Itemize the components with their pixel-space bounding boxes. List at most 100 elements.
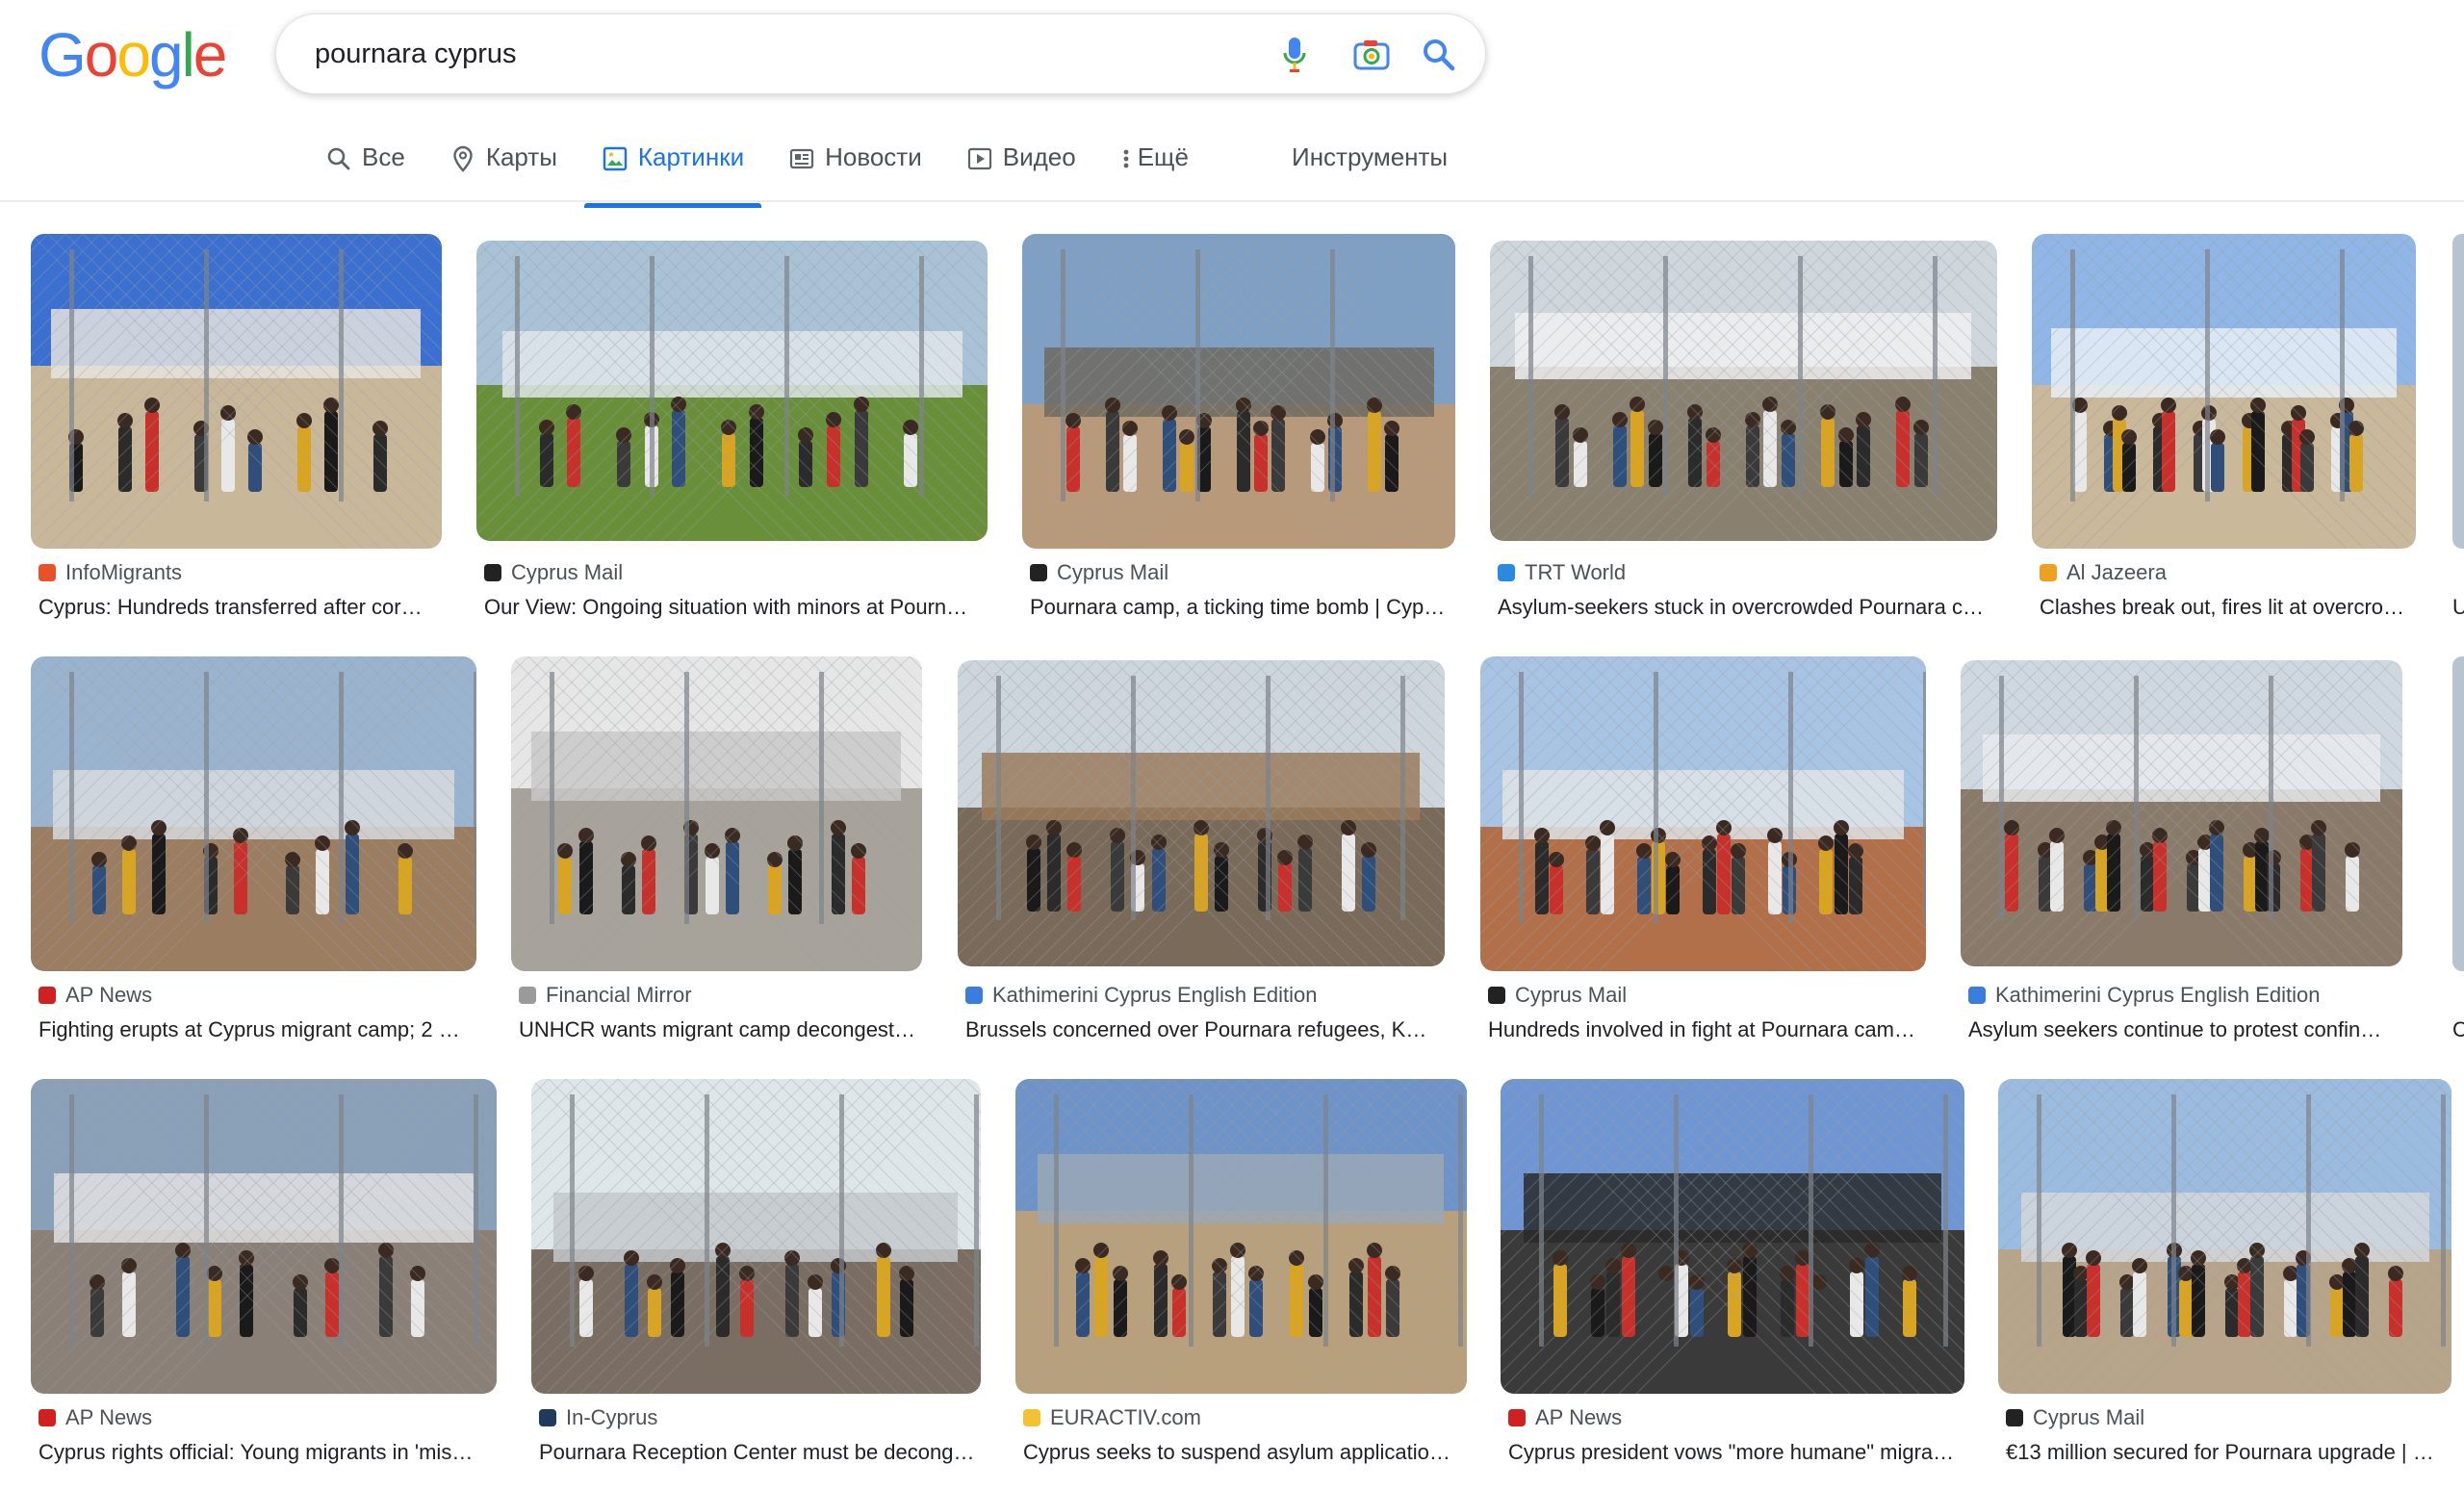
image-result-card[interactable]: AP News Cyprus president vows "more human… xyxy=(1501,1079,1964,1490)
result-thumbnail[interactable] xyxy=(1015,1079,1467,1394)
tab-3[interactable]: Картинки xyxy=(583,135,762,208)
result-source[interactable]: AP News xyxy=(38,1405,152,1430)
video-icon xyxy=(966,145,993,172)
search-icon xyxy=(325,145,352,172)
result-thumbnail[interactable] xyxy=(531,1079,981,1394)
partial-result-thumbnail[interactable] xyxy=(2452,234,2464,549)
tab-6[interactable]: Ещё xyxy=(1103,135,1206,208)
result-thumbnail[interactable] xyxy=(2032,234,2416,549)
result-source[interactable]: In-Cyprus xyxy=(539,1405,657,1430)
result-source[interactable]: AP News xyxy=(38,983,152,1008)
source-favicon-icon xyxy=(965,987,983,1004)
result-title[interactable]: €13 million secured for Pournara upgrade… xyxy=(2006,1440,2448,1465)
result-title[interactable]: Cyprus president vows "more humane" migr… xyxy=(1508,1440,1961,1465)
image-result-card[interactable]: TRT World Asylum-seekers stuck in overcro… xyxy=(1490,241,1997,637)
result-title[interactable]: Pournara camp, a ticking time bomb | Cyp… xyxy=(1030,595,1451,620)
source-favicon-icon xyxy=(38,987,56,1004)
image-result-card[interactable]: AP News Cyprus rights official: Young mig… xyxy=(31,1079,497,1490)
logo-letter: o xyxy=(84,20,119,90)
result-title[interactable]: Asylum seekers continue to protest confi… xyxy=(1968,1017,2399,1042)
source-name: In-Cyprus xyxy=(566,1405,658,1429)
image-result-card[interactable]: AP News Fighting erupts at Cyprus migrant… xyxy=(31,656,476,1067)
google-logo[interactable]: Google xyxy=(38,20,227,90)
source-name: Cyprus Mail xyxy=(511,560,624,584)
result-title[interactable]: Asylum-seekers stuck in overcrowded Pour… xyxy=(1498,595,1993,620)
result-thumbnail[interactable] xyxy=(476,241,988,541)
result-thumbnail[interactable] xyxy=(1022,234,1455,549)
source-name: AP News xyxy=(65,983,153,1007)
result-source[interactable]: Kathimerini Cyprus English Edition xyxy=(965,983,1318,1008)
source-name: Cyprus Mail xyxy=(2033,1405,2145,1429)
image-result-card[interactable]: Al Jazeera Clashes break out, fires lit a… xyxy=(2032,234,2416,645)
result-title[interactable]: Clashes break out, fires lit at overcro… xyxy=(2040,595,2412,620)
image-result-card[interactable]: Kathimerini Cyprus English Edition Brusse… xyxy=(958,660,1445,1063)
source-name: Cyprus Mail xyxy=(1057,560,1169,584)
search-box[interactable] xyxy=(275,13,1486,94)
tab-label: Картинки xyxy=(637,142,745,171)
result-thumbnail[interactable] xyxy=(31,656,476,971)
tab-label: Карты xyxy=(485,142,557,171)
result-thumbnail[interactable] xyxy=(31,1079,497,1394)
image-result-card[interactable]: Financial Mirror UNHCR wants migrant camp… xyxy=(511,656,922,1067)
result-title[interactable]: Cyprus: Hundreds transferred after cor… xyxy=(38,595,438,620)
result-source[interactable]: EURACTIV.com xyxy=(1023,1405,1201,1430)
result-title[interactable]: Our View: Ongoing situation with minors … xyxy=(484,595,984,620)
source-favicon-icon xyxy=(2006,1409,2023,1426)
source-favicon-icon xyxy=(539,1409,556,1426)
result-thumbnail[interactable] xyxy=(1490,241,1997,541)
partial-result-title[interactable]: U xyxy=(2452,595,2464,620)
result-thumbnail[interactable] xyxy=(511,656,922,971)
image-result-card[interactable]: Cyprus Mail €13 million secured for Pourn… xyxy=(1998,1079,2451,1490)
result-source[interactable]: Cyprus Mail xyxy=(484,560,623,585)
image-result-card[interactable]: InfoMigrants Cyprus: Hundreds transferred… xyxy=(31,234,442,645)
result-source[interactable]: TRT World xyxy=(1498,560,1626,585)
result-source[interactable]: Cyprus Mail xyxy=(2006,1405,2144,1430)
result-thumbnail[interactable] xyxy=(1961,660,2402,966)
partial-result-title[interactable]: Cl xyxy=(2452,1017,2464,1042)
image-result-card[interactable]: Cyprus Mail Hundreds involved in fight at… xyxy=(1480,656,1926,1067)
source-favicon-icon xyxy=(1030,564,1047,581)
image-result-card[interactable]: Cyprus Mail Our View: Ongoing situation w… xyxy=(476,241,988,637)
result-title[interactable]: Cyprus rights official: Young migrants i… xyxy=(38,1440,493,1465)
result-source[interactable]: Financial Mirror xyxy=(519,983,692,1008)
logo-letter: g xyxy=(148,20,184,90)
result-source[interactable]: InfoMigrants xyxy=(38,560,182,585)
result-source[interactable]: Cyprus Mail xyxy=(1030,560,1168,585)
search-submit-icon[interactable] xyxy=(1420,36,1458,74)
tab-1[interactable]: Все xyxy=(308,135,423,208)
partial-result-thumbnail[interactable] xyxy=(2452,656,2464,971)
tab-label: Все xyxy=(362,142,405,171)
result-title[interactable]: Pournara Reception Center must be decong… xyxy=(539,1440,977,1465)
tab-5[interactable]: Видео xyxy=(949,135,1093,208)
result-title[interactable]: Brussels concerned over Pournara refugee… xyxy=(965,1017,1441,1042)
result-title[interactable]: Hundreds involved in fight at Pournara c… xyxy=(1488,1017,1922,1042)
tab-2[interactable]: Карты xyxy=(432,135,575,208)
result-thumbnail[interactable] xyxy=(958,660,1445,966)
result-title[interactable]: Cyprus seeks to suspend asylum applicati… xyxy=(1023,1440,1463,1465)
source-name: EURACTIV.com xyxy=(1050,1405,1201,1429)
camera-lens-icon[interactable] xyxy=(1352,36,1391,74)
search-input[interactable] xyxy=(313,32,1241,76)
source-favicon-icon xyxy=(2040,564,2057,581)
microphone-icon[interactable] xyxy=(1275,36,1314,74)
image-result-card[interactable]: In-Cyprus Pournara Reception Center must … xyxy=(531,1079,981,1490)
result-source[interactable]: Kathimerini Cyprus English Edition xyxy=(1968,983,2321,1008)
result-thumbnail[interactable] xyxy=(1480,656,1926,971)
result-source[interactable]: Cyprus Mail xyxy=(1488,983,1627,1008)
result-thumbnail[interactable] xyxy=(31,234,442,549)
result-source[interactable]: Al Jazeera xyxy=(2040,560,2167,585)
tab-4[interactable]: Новости xyxy=(771,135,939,208)
result-title[interactable]: Fighting erupts at Cyprus migrant camp; … xyxy=(38,1017,473,1042)
image-result-card[interactable]: Kathimerini Cyprus English Edition Asylum… xyxy=(1961,660,2402,1063)
tools-button[interactable]: Инструменты xyxy=(1292,142,1448,172)
logo-letter: o xyxy=(116,20,151,90)
result-source[interactable]: AP News xyxy=(1508,1405,1622,1430)
image-result-card[interactable]: Cyprus Mail Pournara camp, a ticking time… xyxy=(1022,234,1455,645)
logo-letter: G xyxy=(38,20,87,90)
result-title[interactable]: UNHCR wants migrant camp decongest… xyxy=(519,1017,918,1042)
image-result-card[interactable]: EURACTIV.com Cyprus seeks to suspend asyl… xyxy=(1015,1079,1467,1490)
tab-label: Ещё xyxy=(1137,142,1189,171)
result-thumbnail[interactable] xyxy=(1501,1079,1964,1394)
source-favicon-icon xyxy=(1023,1409,1040,1426)
result-thumbnail[interactable] xyxy=(1998,1079,2451,1394)
